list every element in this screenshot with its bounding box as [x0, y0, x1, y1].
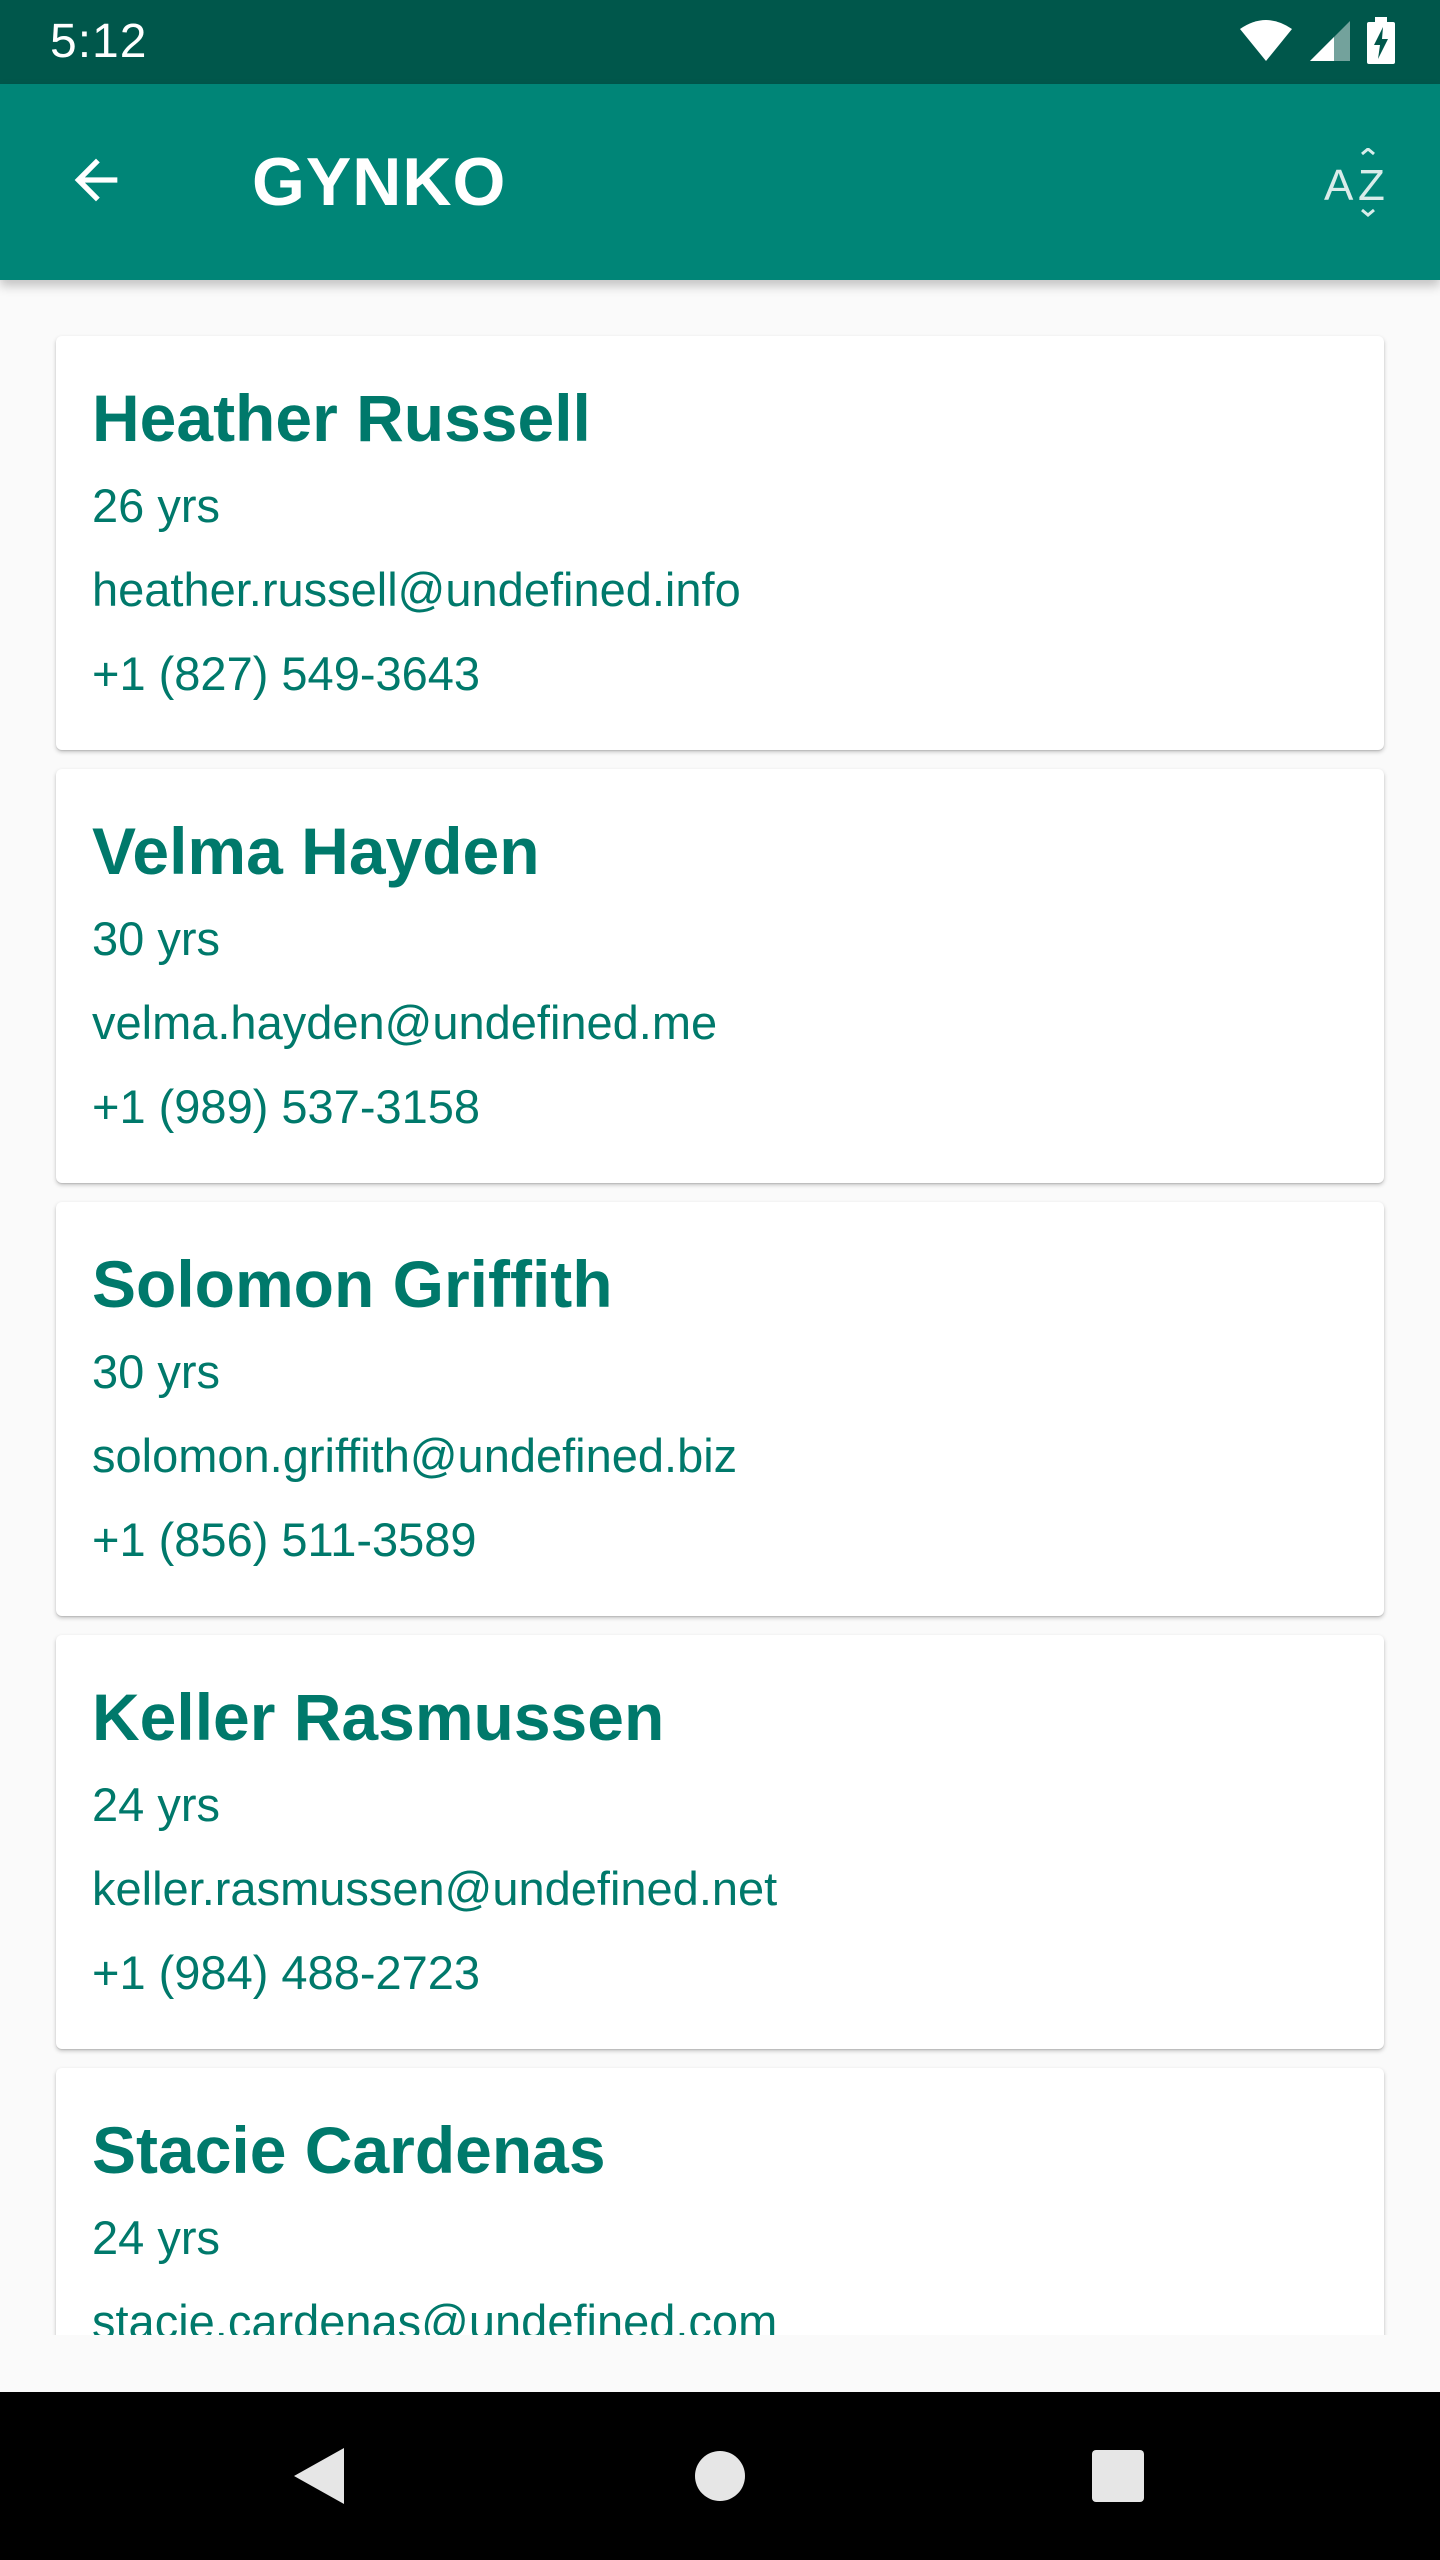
contact-card[interactable]: Keller Rasmussen 24 yrs keller.rasmussen… [56, 1635, 1384, 2049]
contact-email: solomon.griffith@undefined.biz [92, 1429, 738, 1482]
contact-age: 24 yrs [92, 2211, 220, 2264]
svg-text:Z: Z [1358, 161, 1385, 210]
contact-card[interactable]: Heather Russell 26 yrs heather.russell@u… [56, 336, 1384, 750]
contact-email: velma.hayden@undefined.me [92, 996, 718, 1049]
nav-recents-icon [1090, 2448, 1146, 2509]
app-bar: GYNKO A Z [0, 84, 1440, 280]
contact-phone: +1 (989) 537-3158 [92, 1080, 481, 1133]
contact-name: Velma Hayden [92, 814, 540, 888]
list-bottom-spacer [0, 2335, 1440, 2391]
back-button[interactable] [48, 134, 144, 230]
status-time: 5:12 [50, 15, 148, 68]
contact-age: 26 yrs [92, 479, 220, 532]
page-title: GYNKO [252, 144, 507, 220]
arrow-back-icon [64, 148, 128, 217]
contact-name: Heather Russell [92, 381, 591, 455]
nav-back-icon [288, 2444, 348, 2513]
contact-email: keller.rasmussen@undefined.net [92, 1862, 778, 1915]
contact-age: 30 yrs [92, 912, 220, 965]
contact-phone: +1 (856) 511-3589 [92, 1513, 477, 1566]
contact-name: Keller Rasmussen [92, 1680, 665, 1754]
nav-back-button[interactable] [276, 2436, 360, 2520]
contact-phone: +1 (984) 488-2723 [92, 1946, 481, 1999]
contact-email: stacie.cardenas@undefined.com [92, 2295, 778, 2335]
contact-name: Stacie Cardenas [92, 2113, 606, 2187]
cell-signal-icon [1308, 19, 1352, 68]
contact-age: 24 yrs [92, 1778, 220, 1831]
battery-charging-icon [1366, 16, 1396, 70]
contact-email: heather.russell@undefined.info [92, 563, 741, 616]
nav-home-button[interactable] [678, 2436, 762, 2520]
wifi-icon [1238, 19, 1294, 68]
nav-home-icon [692, 2448, 748, 2509]
sort-button[interactable]: A Z [1308, 136, 1412, 240]
status-icons [1238, 16, 1396, 70]
contact-name: Solomon Griffith [92, 1247, 613, 1321]
contact-phone: +1 (827) 549-3643 [92, 647, 481, 700]
contact-list[interactable]: Heather Russell 26 yrs heather.russell@u… [0, 280, 1440, 2335]
contact-card[interactable]: Solomon Griffith 30 yrs solomon.griffith… [56, 1202, 1384, 1616]
sort-az-icon: A Z [1322, 146, 1398, 229]
navigation-bar [0, 2392, 1440, 2560]
contact-age: 30 yrs [92, 1345, 220, 1398]
status-bar: 5:12 [0, 0, 1440, 84]
contact-card[interactable]: Velma Hayden 30 yrs velma.hayden@undefin… [56, 769, 1384, 1183]
nav-recents-button[interactable] [1076, 2436, 1160, 2520]
svg-text:A: A [1324, 161, 1354, 210]
contact-card[interactable]: Stacie Cardenas 24 yrs stacie.cardenas@u… [56, 2068, 1384, 2335]
